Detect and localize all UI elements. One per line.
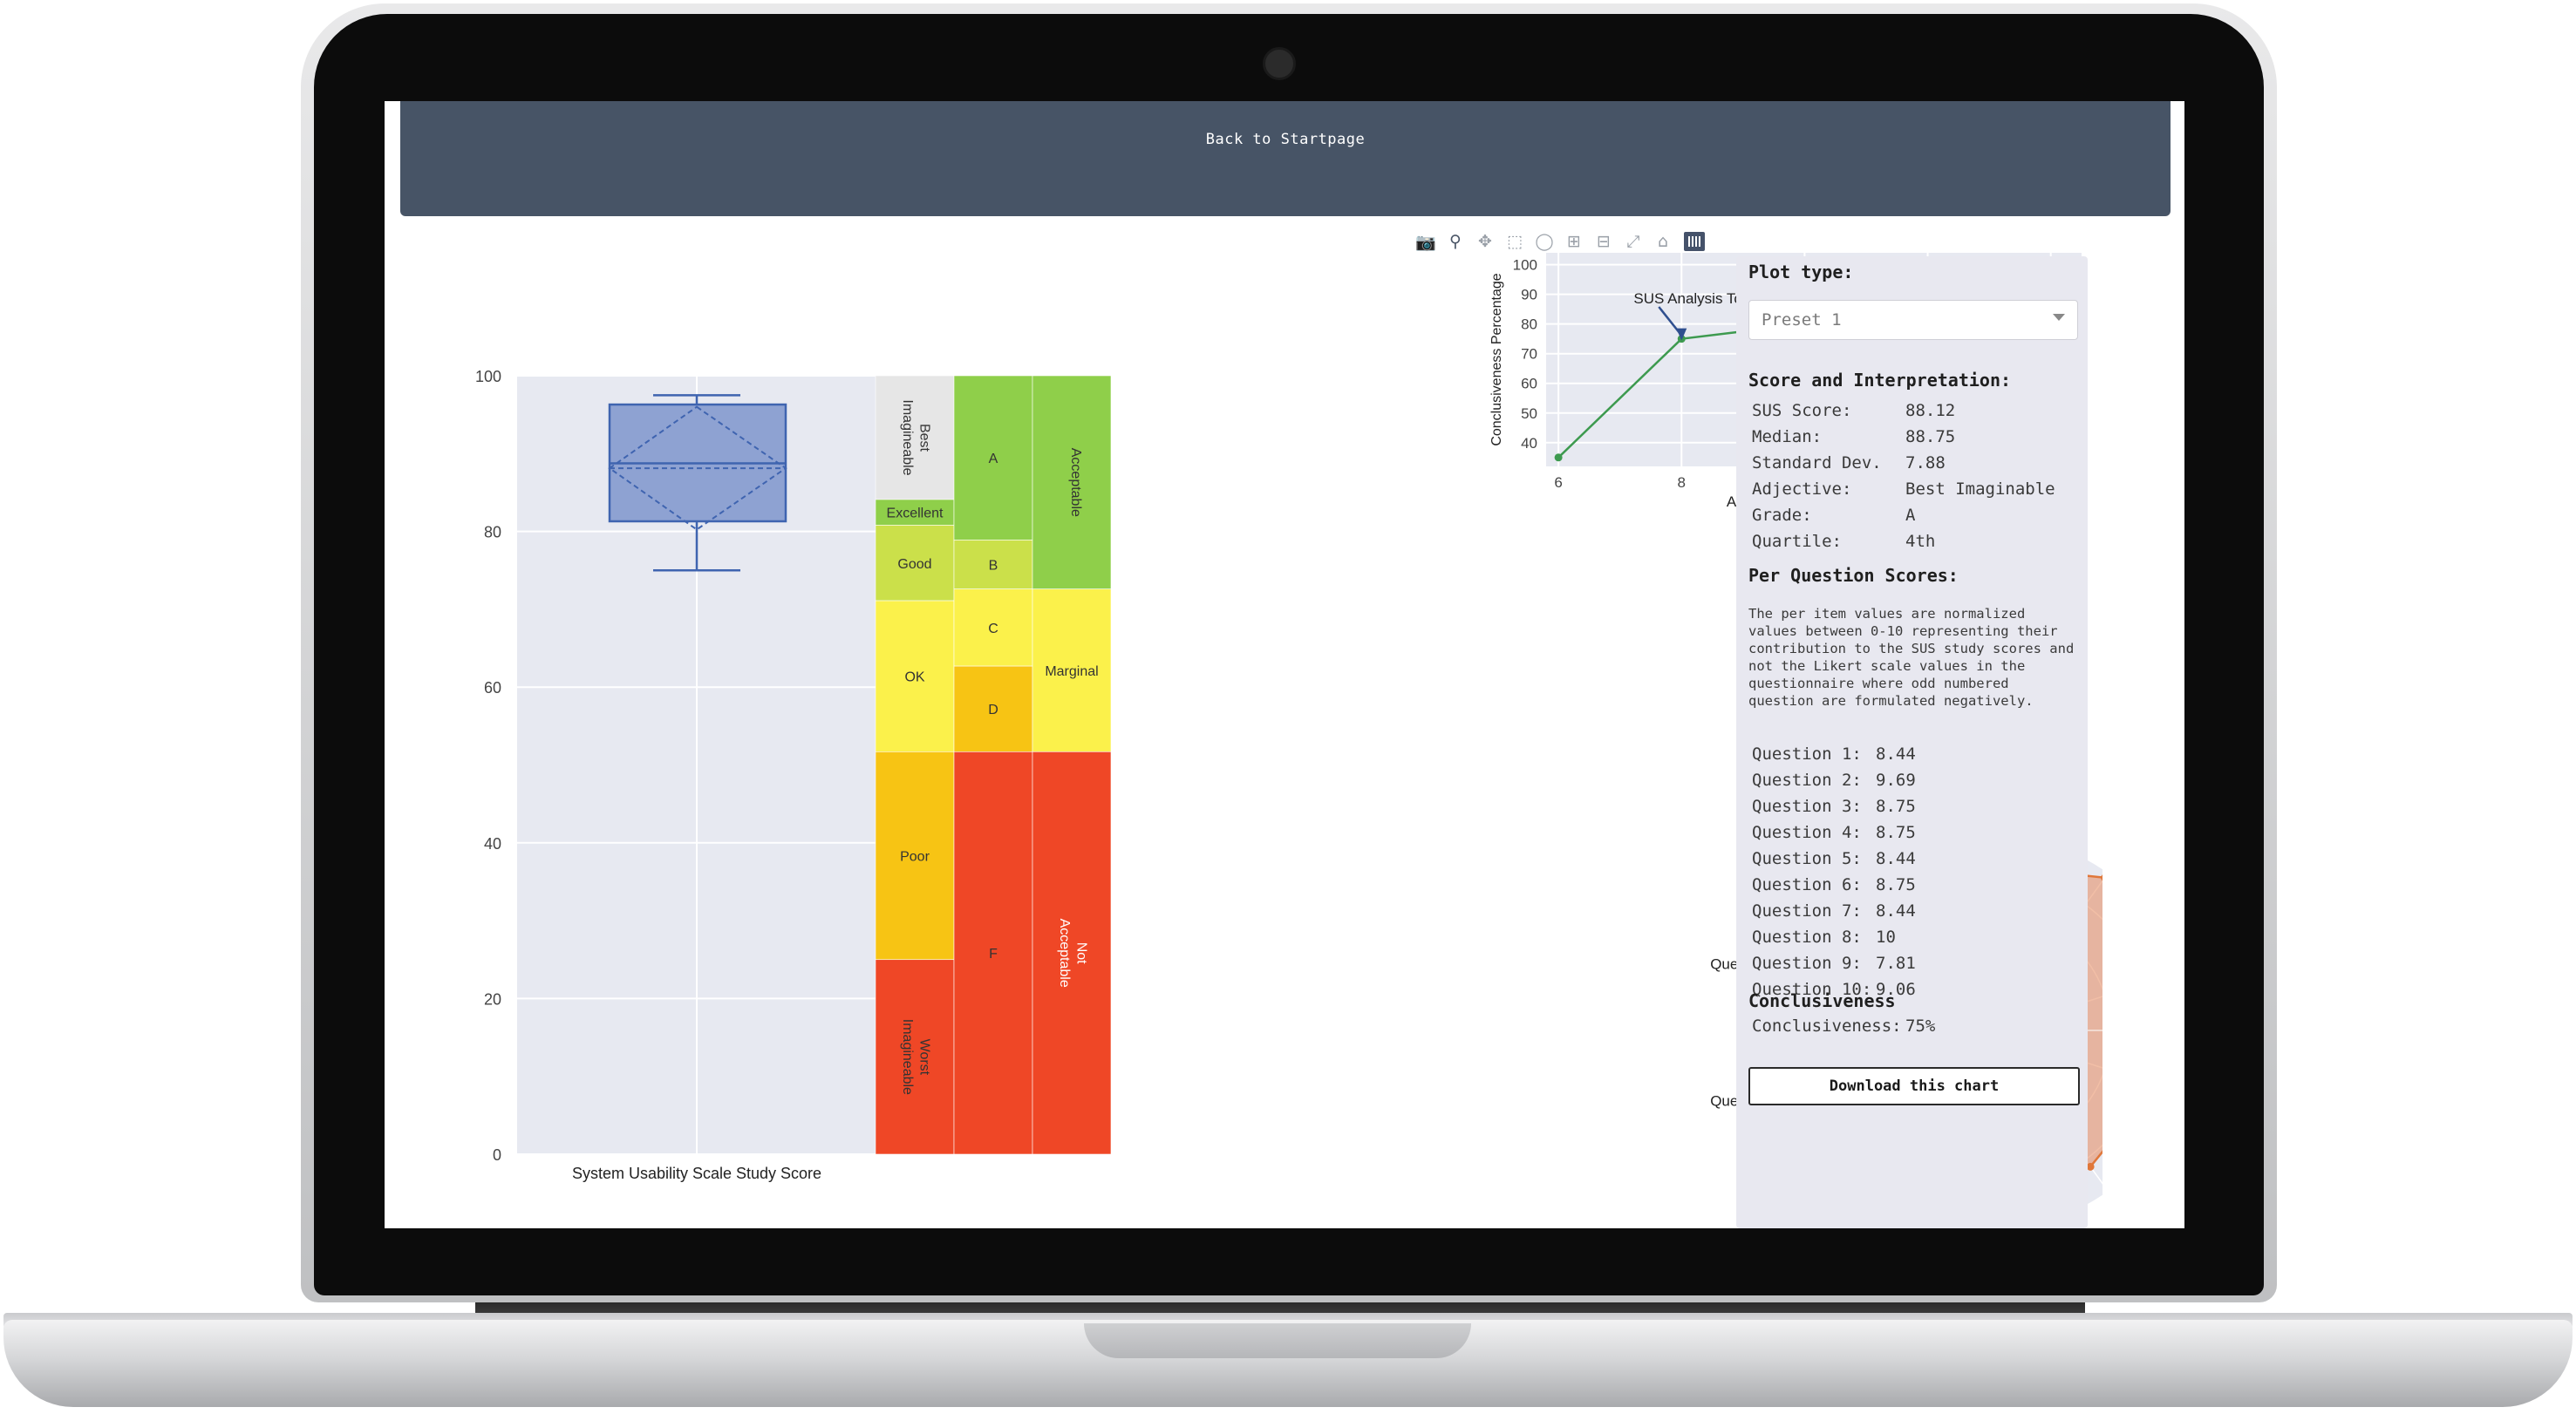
plot-type-title: Plot type:	[1748, 262, 1854, 282]
y-tick-label: 20	[484, 990, 501, 1008]
question-key: Question 4:	[1752, 823, 1862, 842]
info-panel: Plot type: Preset 1 Score and Interpreta…	[1736, 256, 2088, 1228]
question-score-row: Question 5: 8.44	[1752, 849, 1916, 868]
boxplot-svg: 0 20 40 60 80 100 System Usability Scale Study…	[475, 368, 1112, 1182]
question-score-row: Question 4: 8.75	[1752, 823, 1916, 842]
y-tick-label: 80	[1521, 316, 1537, 333]
question-value: 8.75	[1876, 823, 1916, 842]
chevron-down-icon	[2053, 314, 2065, 321]
y-tick-label: 40	[1521, 435, 1537, 452]
score-value: 7.88	[1905, 453, 1946, 472]
download-chart-button[interactable]: Download this chart	[1748, 1067, 2080, 1105]
scale-label: Excellent	[887, 506, 944, 521]
question-score-row: Question 2: 9.69	[1752, 771, 1916, 790]
score-key: Adjective:	[1752, 479, 1852, 499]
scale-label: B	[989, 559, 998, 574]
y-tick-label: 60	[1521, 376, 1537, 392]
question-value: 8.44	[1876, 744, 1916, 764]
y-axis-label: Conclusiveness Percentage	[1489, 273, 1504, 445]
score-title: Score and Interpretation:	[1748, 370, 2012, 391]
question-score-row: Question 7: 8.44	[1752, 901, 1916, 921]
x-tick-label: 6	[1554, 474, 1562, 491]
conclusiveness-title: Conclusiveness	[1748, 990, 1896, 1011]
y-tick-label: 100	[475, 368, 501, 385]
x-tick-label: 8	[1678, 474, 1686, 491]
back-to-startpage-link[interactable]: Back to Startpage	[400, 131, 2171, 148]
scale-label: Poor	[900, 850, 930, 865]
question-score-row: Question 8: 10	[1752, 928, 1896, 947]
plot-type-value: Preset 1	[1762, 310, 1842, 330]
question-key: Question 5:	[1752, 849, 1862, 868]
webcam-icon	[1263, 47, 1296, 80]
plot-type-select[interactable]: Preset 1	[1748, 300, 2078, 340]
question-value: 10	[1876, 928, 1896, 947]
question-value: 7.81	[1876, 954, 1916, 973]
conclusiveness-value: 75%	[1905, 1016, 1936, 1036]
question-score-row: Question 1: 8.44	[1752, 744, 1916, 764]
scale-label: Good	[897, 557, 931, 572]
laptop-notch	[1084, 1323, 1471, 1358]
score-value: Best Imaginable	[1905, 479, 2055, 499]
data-point	[1554, 453, 1563, 462]
y-tick-label: 80	[484, 524, 501, 541]
scale-label: A	[989, 452, 998, 466]
score-row: Standard Dev. 7.88	[1752, 453, 1946, 472]
y-tick-label: 50	[1521, 405, 1537, 422]
score-key: Quartile:	[1752, 532, 1842, 551]
score-value: 88.75	[1905, 427, 1956, 446]
conclusiveness-key: Conclusiveness:	[1752, 1016, 1902, 1036]
question-value: 8.75	[1876, 797, 1916, 816]
scale-label: OK	[904, 670, 924, 685]
score-key: SUS Score:	[1752, 401, 1852, 420]
x-axis-label: System Usability Scale Study Score	[572, 1165, 821, 1182]
y-tick-label: 100	[1513, 257, 1537, 274]
score-row: Adjective: Best Imaginable	[1752, 479, 2055, 499]
score-row: Grade: A	[1752, 506, 1915, 525]
scale-label: D	[988, 703, 998, 717]
conclusiveness-row: Conclusiveness: 75%	[1752, 1016, 1935, 1036]
per-question-title: Per Question Scores:	[1748, 565, 1959, 586]
app-screen: Back to Startpage 📷 ⚲ ✥ ⬚ ◯ ⊞ ⊟ ⤢ ⌂ 0 20 4…	[385, 101, 2184, 1228]
scale-label: F	[989, 947, 998, 962]
question-score-row: Question 6: 8.75	[1752, 875, 1916, 894]
question-key: Question 7:	[1752, 901, 1862, 921]
score-row: SUS Score: 88.12	[1752, 401, 1955, 420]
question-key: Question 9:	[1752, 954, 1862, 973]
score-row: Quartile: 4th	[1752, 532, 1935, 551]
score-value: 88.12	[1905, 401, 1956, 420]
scale-label: C	[988, 622, 998, 636]
question-score-row: Question 3: 8.75	[1752, 797, 1916, 816]
score-row: Median: 88.75	[1752, 427, 1955, 446]
top-banner: Back to Startpage	[400, 101, 2171, 216]
per-question-note: The per item values are normalized value…	[1748, 606, 2075, 709]
y-tick-label: 90	[1521, 287, 1537, 303]
scale-label: Acceptable	[1068, 448, 1083, 517]
question-value: 9.69	[1876, 771, 1916, 790]
y-tick-label: 60	[484, 679, 501, 697]
question-value: 8.44	[1876, 849, 1916, 868]
score-key: Grade:	[1752, 506, 1812, 525]
question-key: Question 8:	[1752, 928, 1862, 947]
score-value: 4th	[1905, 532, 1936, 551]
question-key: Question 1:	[1752, 744, 1862, 764]
scale-label: Marginal	[1045, 664, 1098, 679]
question-value: 8.44	[1876, 901, 1916, 921]
question-value: 8.75	[1876, 875, 1916, 894]
question-key: Question 3:	[1752, 797, 1862, 816]
boxplot-with-scales: 0 20 40 60 80 100 System Usability Scale Study…	[385, 241, 1126, 1226]
score-key: Median:	[1752, 427, 1823, 446]
y-tick-label: 70	[1521, 346, 1537, 363]
question-score-row: Question 9: 7.81	[1752, 954, 1916, 973]
question-key: Question 6:	[1752, 875, 1862, 894]
question-key: Question 2:	[1752, 771, 1862, 790]
score-key: Standard Dev.	[1752, 453, 1882, 472]
y-tick-label: 0	[493, 1146, 501, 1164]
y-tick-label: 40	[484, 835, 501, 853]
score-value: A	[1905, 506, 1916, 525]
